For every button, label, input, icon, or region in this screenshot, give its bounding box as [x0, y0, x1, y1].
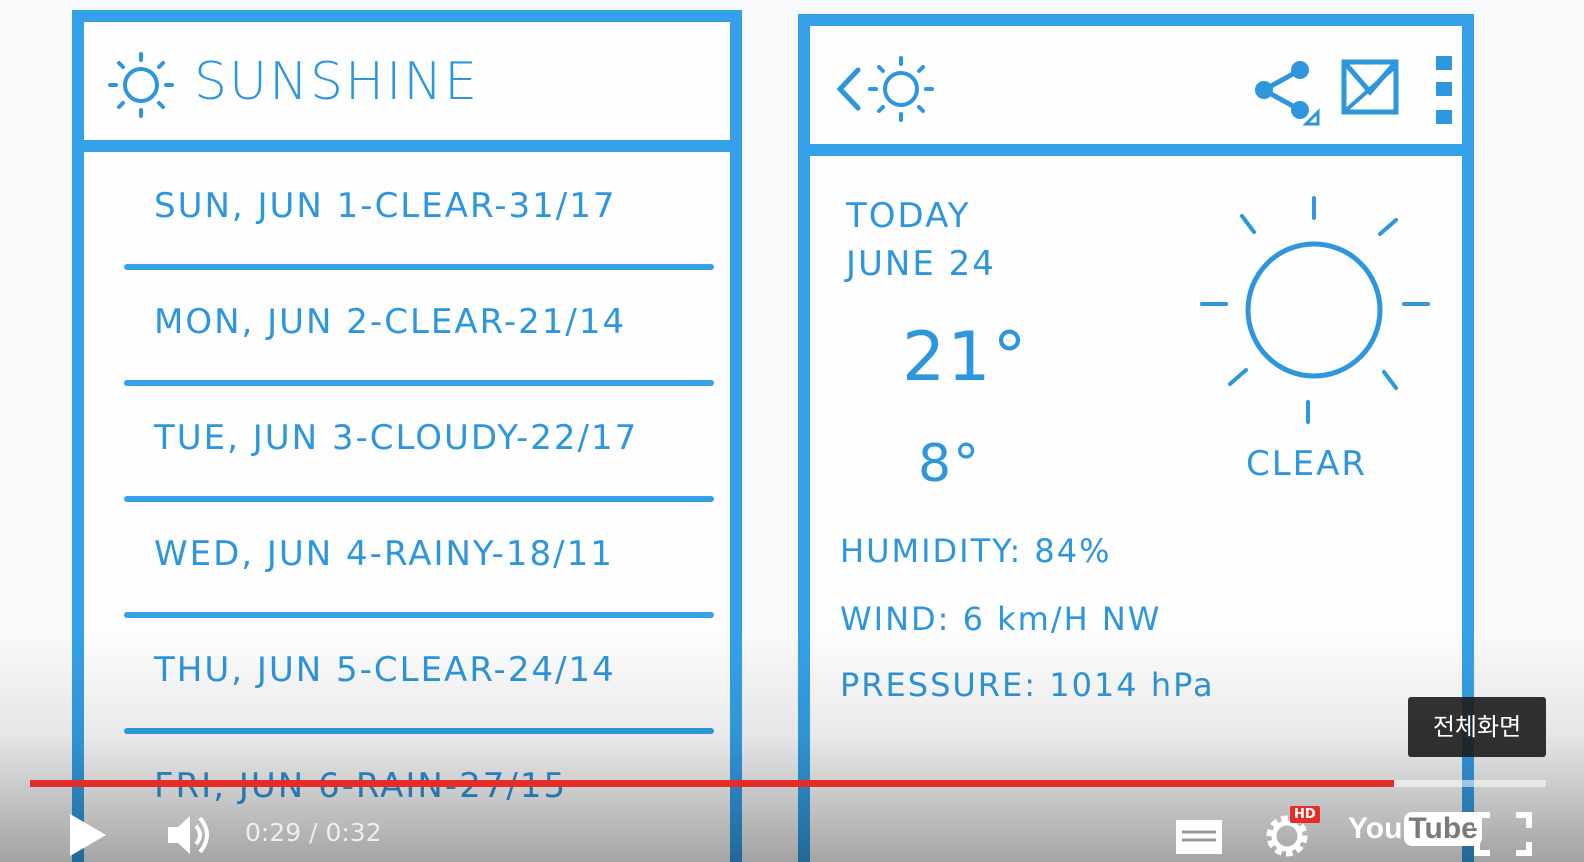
volume-icon[interactable] [166, 812, 214, 858]
youtube-logo-you: You [1348, 812, 1403, 845]
play-icon[interactable] [66, 812, 110, 858]
condition-label: CLEAR [1246, 444, 1368, 484]
app-title: SUNSHINE [194, 52, 480, 112]
progress-bar[interactable] [30, 780, 1546, 787]
current-time: 0:29 [245, 818, 302, 847]
forecast-list-item[interactable]: TUE, JUN 3-CLOUDY-22/17 [124, 386, 714, 502]
detail-day: TODAY [846, 196, 971, 236]
pressure-text: PRESSURE: 1014 hPa [840, 666, 1215, 704]
share-icon[interactable] [1250, 58, 1322, 128]
forecast-text: MON, JUN 2-CLEAR-21/14 [154, 302, 627, 342]
list-app-bar: SUNSHINE [84, 22, 730, 152]
youtube-logo-tube: Tube [1404, 812, 1482, 846]
forecast-text: WED, JUN 4-RAINY-18/11 [154, 534, 614, 574]
map-icon[interactable] [1340, 56, 1402, 118]
forecast-text: THU, JUN 5-CLEAR-24/14 [154, 650, 616, 690]
detail-app-bar [810, 26, 1462, 156]
overflow-menu-icon[interactable] [1432, 52, 1456, 128]
time-separator: / [301, 818, 326, 847]
time-display: 0:29 / 0:32 [245, 818, 382, 847]
sun-icon [868, 56, 934, 122]
duration: 0:32 [325, 818, 382, 847]
forecast-list-item[interactable]: WED, JUN 4-RAINY-18/11 [124, 502, 714, 618]
fullscreen-tooltip: 전체화면 [1408, 697, 1546, 757]
forecast-list-item[interactable]: THU, JUN 5-CLEAR-24/14 [124, 618, 714, 734]
progress-played [30, 780, 1395, 787]
low-temperature: 8° [918, 434, 982, 494]
forecast-list-item[interactable]: MON, JUN 2-CLEAR-21/14 [124, 270, 714, 386]
captions-icon[interactable] [1174, 818, 1224, 854]
forecast-list-item[interactable]: SUN, JUN 1-CLEAR-31/17 [124, 154, 714, 270]
forecast-text: SUN, JUN 1-CLEAR-31/17 [154, 186, 617, 226]
high-temperature: 21° [902, 318, 1029, 397]
humidity-text: HUMIDITY: 84% [840, 532, 1112, 570]
forecast-list-screen: SUNSHINE SUN, JUN 1-CLEAR-31/17 MON, JUN… [72, 10, 742, 862]
back-icon[interactable] [832, 64, 864, 114]
detail-date: JUNE 24 [846, 244, 996, 284]
youtube-logo[interactable]: You Tube [1348, 812, 1482, 856]
hd-badge: HD [1290, 806, 1320, 823]
wind-text: WIND: 6 km/H NW [840, 600, 1162, 638]
sun-icon [108, 52, 174, 118]
forecast-text: TUE, JUN 3-CLOUDY-22/17 [154, 418, 639, 458]
fullscreen-icon[interactable] [1474, 812, 1532, 856]
forecast-detail-screen: TODAY JUNE 24 21° 8° CLEAR HUMIDITY: 84%… [798, 14, 1474, 862]
clear-weather-icon [1200, 196, 1430, 424]
